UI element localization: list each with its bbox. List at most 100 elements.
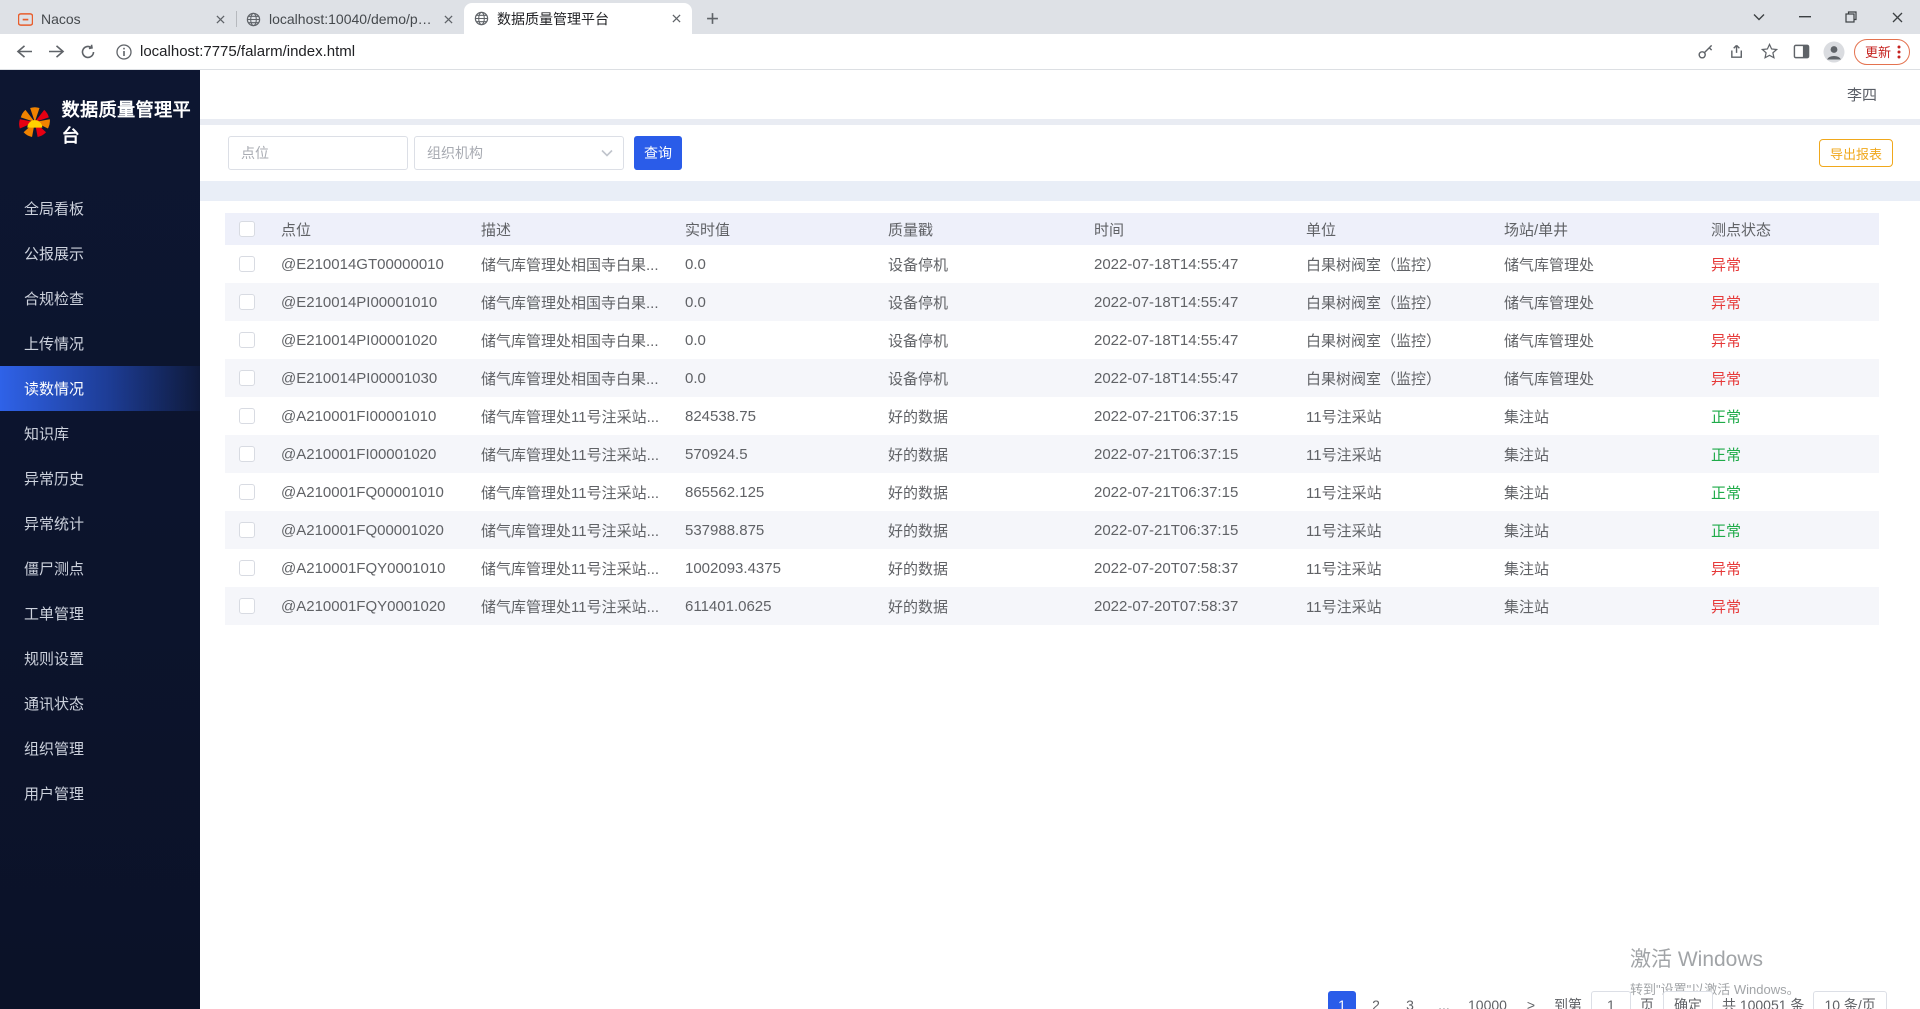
page-button[interactable]: 10000 xyxy=(1464,991,1511,1009)
page-size-select[interactable]: 10 条/页 xyxy=(1813,991,1886,1009)
cell-station: 集注站 xyxy=(1504,549,1711,587)
cell-realtime-value: 0.0 xyxy=(685,359,888,397)
password-manager-button[interactable] xyxy=(1692,38,1720,66)
sidebar-item[interactable]: 工单管理 xyxy=(0,591,200,636)
address-bar[interactable]: localhost:7775/falarm/index.html xyxy=(106,37,1688,67)
window-menu-button[interactable] xyxy=(1736,0,1782,34)
tab-localhost-demo[interactable]: localhost:10040/demo/psjdbc xyxy=(236,4,464,34)
row-checkbox[interactable] xyxy=(239,332,255,348)
cell-unit: 11号注采站 xyxy=(1306,435,1504,473)
sidebar-item[interactable]: 全局看板 xyxy=(0,186,200,231)
chrome-update-button[interactable]: 更新 xyxy=(1854,39,1910,65)
table-row[interactable]: @A210001FI00001010 储气库管理处11号注采站... 82453… xyxy=(225,397,1879,435)
profile-button[interactable] xyxy=(1820,38,1848,66)
table-row[interactable]: @E210014PI00001010 储气库管理处相国寺白果... 0.0 设备… xyxy=(225,283,1879,321)
window-minimize-button[interactable] xyxy=(1782,0,1828,34)
cell-realtime-value: 865562.125 xyxy=(685,473,888,511)
sidebar-item[interactable]: 僵尸测点 xyxy=(0,546,200,591)
sidebar-item[interactable]: 上传情况 xyxy=(0,321,200,366)
chevron-down-icon xyxy=(601,149,613,157)
table-row[interactable]: @A210001FQY0001010 储气库管理处11号注采站... 10020… xyxy=(225,549,1879,587)
jump-confirm-button[interactable]: 确定 xyxy=(1663,991,1713,1009)
org-select-placeholder: 组织机构 xyxy=(427,143,483,163)
row-checkbox[interactable] xyxy=(239,408,255,424)
cell-quality-stamp: 好的数据 xyxy=(888,397,1094,435)
search-button[interactable]: 查询 xyxy=(634,136,682,170)
table-row[interactable]: @A210001FI00001020 储气库管理处11号注采站... 57092… xyxy=(225,435,1879,473)
col-header-status: 测点状态 xyxy=(1711,213,1879,245)
sidebar-item[interactable]: 异常历史 xyxy=(0,456,200,501)
current-user[interactable]: 李四 xyxy=(1847,84,1877,105)
cell-station: 集注站 xyxy=(1504,511,1711,549)
cell-unit: 白果树阀室（监控） xyxy=(1306,245,1504,283)
chevron-down-icon xyxy=(1753,13,1765,21)
readings-table-panel: 点位 描述 实时值 质量戳 时间 单位 场站/单井 测点状态 xyxy=(200,201,1920,1009)
tab-title: Nacos xyxy=(41,11,204,27)
sidebar-item[interactable]: 用户管理 xyxy=(0,771,200,816)
url-text: localhost:7775/falarm/index.html xyxy=(140,43,355,60)
cell-point-id: @E210014PI00001020 xyxy=(281,321,481,359)
table-row[interactable]: @A210001FQ00001010 储气库管理处11号注采站... 86556… xyxy=(225,473,1879,511)
side-panel-button[interactable] xyxy=(1788,38,1816,66)
sidebar-item[interactable]: 知识库 xyxy=(0,411,200,456)
export-report-button[interactable]: 导出报表 xyxy=(1819,139,1893,167)
cell-description: 储气库管理处11号注采站... xyxy=(481,587,685,625)
table-row[interactable]: @A210001FQY0001020 储气库管理处11号注采站... 61140… xyxy=(225,587,1879,625)
row-checkbox[interactable] xyxy=(239,522,255,538)
share-button[interactable] xyxy=(1724,38,1752,66)
sidebar-item[interactable]: 异常统计 xyxy=(0,501,200,546)
cell-point-id: @A210001FQY0001020 xyxy=(281,587,481,625)
sidebar-item[interactable]: 通讯状态 xyxy=(0,681,200,726)
sidebar-item[interactable]: 公报展示 xyxy=(0,231,200,276)
window-restore-button[interactable] xyxy=(1828,0,1874,34)
page-button[interactable]: 1 xyxy=(1328,991,1356,1009)
table-row[interactable]: @E210014PI00001020 储气库管理处相国寺白果... 0.0 设备… xyxy=(225,321,1879,359)
col-header-desc: 描述 xyxy=(481,213,685,245)
page-jump-input[interactable] xyxy=(1591,991,1631,1009)
table-row[interactable]: @E210014PI00001030 储气库管理处相国寺白果... 0.0 设备… xyxy=(225,359,1879,397)
sidebar-item-label: 工单管理 xyxy=(24,603,84,624)
sidebar-item[interactable]: 读数情况 xyxy=(0,366,200,411)
tab-nacos[interactable]: Nacos xyxy=(8,4,236,34)
forward-button[interactable] xyxy=(42,38,70,66)
table-row[interactable]: @A210001FQ00001020 储气库管理处11号注采站... 53798… xyxy=(225,511,1879,549)
bookmark-button[interactable] xyxy=(1756,38,1784,66)
page-button[interactable]: > xyxy=(1517,991,1545,1009)
cell-description: 储气库管理处11号注采站... xyxy=(481,549,685,587)
window-close-button[interactable] xyxy=(1874,0,1920,34)
sidebar-item[interactable]: 合规检查 xyxy=(0,276,200,321)
status-badge: 异常 xyxy=(1711,561,1741,578)
menu-dots-icon xyxy=(1897,45,1901,59)
select-all-checkbox[interactable] xyxy=(239,221,255,237)
page-button[interactable]: ... xyxy=(1430,991,1458,1009)
row-checkbox[interactable] xyxy=(239,560,255,576)
cell-timestamp: 2022-07-18T14:55:47 xyxy=(1094,245,1306,283)
site-info-icon[interactable] xyxy=(116,44,132,60)
reload-button[interactable] xyxy=(74,38,102,66)
row-checkbox[interactable] xyxy=(239,446,255,462)
tab-close-icon[interactable] xyxy=(668,11,684,27)
sidebar-item-label: 组织管理 xyxy=(24,738,84,759)
point-search-input[interactable] xyxy=(228,136,408,170)
cell-description: 储气库管理处11号注采站... xyxy=(481,397,685,435)
cell-point-id: @E210014GT00000010 xyxy=(281,245,481,283)
row-checkbox[interactable] xyxy=(239,294,255,310)
cell-unit: 11号注采站 xyxy=(1306,549,1504,587)
tab-close-icon[interactable] xyxy=(440,11,456,27)
row-checkbox[interactable] xyxy=(239,484,255,500)
sidebar-item-label: 通讯状态 xyxy=(24,693,84,714)
tab-data-quality-platform[interactable]: 数据质量管理平台 xyxy=(464,3,692,34)
tab-close-icon[interactable] xyxy=(212,11,228,27)
back-button[interactable] xyxy=(10,38,38,66)
page-button[interactable]: 2 xyxy=(1362,991,1390,1009)
row-checkbox[interactable] xyxy=(239,370,255,386)
row-checkbox[interactable] xyxy=(239,256,255,272)
page-button[interactable]: 3 xyxy=(1396,991,1424,1009)
sidebar-item[interactable]: 组织管理 xyxy=(0,726,200,771)
org-select[interactable]: 组织机构 xyxy=(414,136,624,170)
row-checkbox[interactable] xyxy=(239,598,255,614)
table-row[interactable]: @E210014GT00000010 储气库管理处相国寺白果... 0.0 设备… xyxy=(225,245,1879,283)
sidebar-item[interactable]: 规则设置 xyxy=(0,636,200,681)
cell-timestamp: 2022-07-20T07:58:37 xyxy=(1094,549,1306,587)
new-tab-button[interactable] xyxy=(698,4,726,32)
